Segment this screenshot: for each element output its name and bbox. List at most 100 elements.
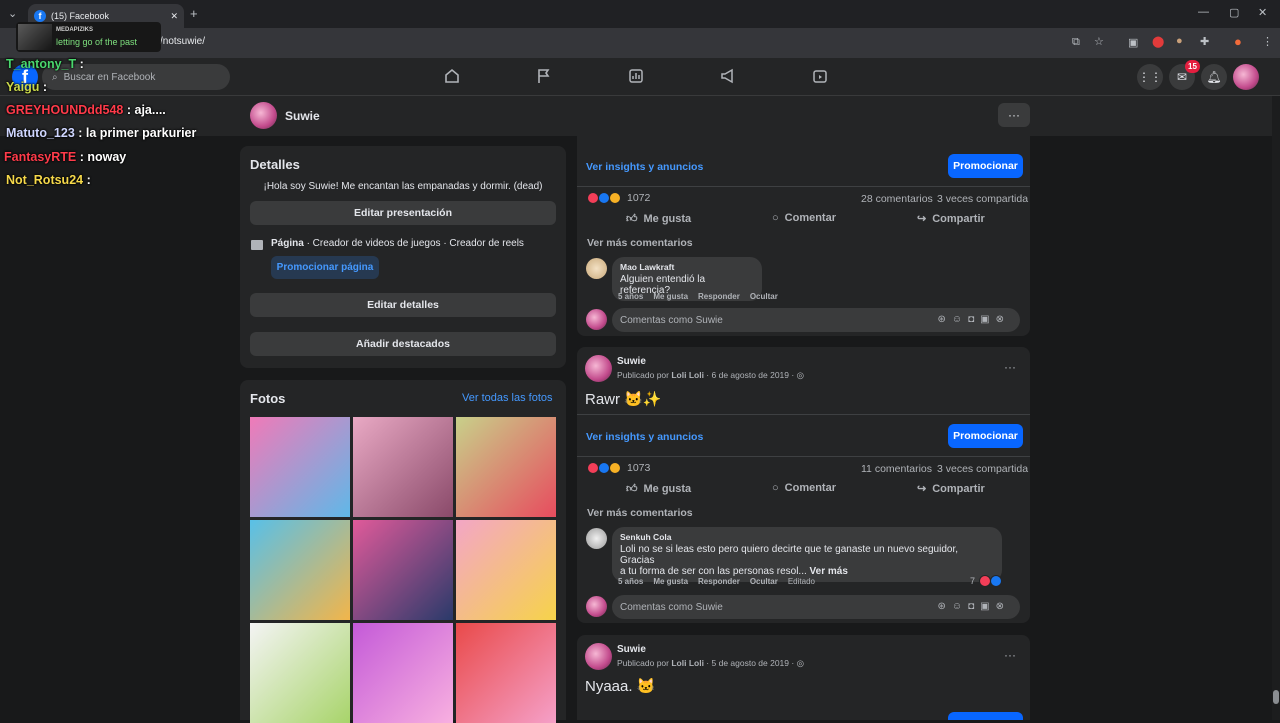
minimize-icon[interactable]: — bbox=[1198, 6, 1209, 18]
more-comments-link[interactable]: Ver más comentarios bbox=[587, 237, 693, 249]
see-more-link[interactable]: Ver más bbox=[810, 566, 848, 577]
share-button[interactable]: ↪ Compartir bbox=[917, 212, 985, 226]
promote-page-button[interactable]: Promocionar página bbox=[271, 256, 379, 279]
extensions-puzzle-icon[interactable]: ✚ bbox=[1200, 35, 1209, 48]
reactions-summary[interactable]: 1073 bbox=[587, 462, 650, 474]
share-count[interactable]: 3 veces compartida bbox=[937, 193, 1028, 205]
post-author[interactable]: Suwie bbox=[617, 356, 646, 367]
post-options-icon[interactable]: ··· bbox=[1004, 648, 1016, 662]
scrollbar-thumb[interactable] bbox=[1273, 690, 1279, 704]
comment-reply-link[interactable]: Responder bbox=[698, 292, 740, 301]
ads-megaphone-icon[interactable] bbox=[718, 66, 738, 86]
insights-icon[interactable] bbox=[626, 66, 646, 86]
commenter-avatar[interactable] bbox=[586, 258, 607, 279]
comment-reply-link[interactable]: Responder bbox=[698, 577, 740, 586]
chrome-menu-icon[interactable]: ⋮ bbox=[1262, 35, 1273, 48]
reactions-summary[interactable]: 1072 bbox=[587, 192, 650, 204]
pages-flag-icon[interactable] bbox=[534, 66, 554, 86]
extension-icon[interactable]: ▣ bbox=[1128, 36, 1138, 49]
photo-thumbnail[interactable] bbox=[250, 417, 350, 517]
post-byline: Publicado por Loli Loli · 5 de agosto de… bbox=[617, 658, 804, 668]
promote-button[interactable]: Promocionar bbox=[948, 154, 1023, 178]
comment-time[interactable]: 5 años bbox=[618, 292, 643, 301]
tab-search-icon[interactable]: ⌄ bbox=[8, 7, 17, 20]
install-app-icon[interactable]: ⧉ bbox=[1072, 36, 1080, 49]
scrollbar-track[interactable] bbox=[1272, 96, 1280, 720]
photo-thumbnail[interactable] bbox=[456, 520, 556, 620]
comment-like-link[interactable]: Me gusta bbox=[653, 577, 688, 586]
comment-tools-icons[interactable]: ⊛☺◘▣⊗ bbox=[938, 314, 1010, 325]
haha-reaction-icon bbox=[609, 462, 621, 474]
like-label: Me gusta bbox=[643, 212, 692, 225]
video-icon[interactable] bbox=[810, 66, 830, 86]
post-date[interactable]: 5 de agosto de 2019 bbox=[712, 658, 790, 668]
comment-tools-icons[interactable]: ⊛☺◘▣⊗ bbox=[938, 601, 1010, 612]
comment-input[interactable]: Comentas como Suwie ⊛☺◘▣⊗ bbox=[612, 595, 1020, 619]
like-button[interactable]: 👍︎ Me gusta bbox=[626, 482, 691, 496]
chat-username: Not_Rotsu24 bbox=[6, 173, 84, 187]
url-text[interactable]: /notsuwie/ bbox=[160, 36, 205, 47]
account-avatar[interactable] bbox=[1233, 64, 1259, 90]
comment-time[interactable]: 5 años bbox=[618, 577, 643, 586]
post-date[interactable]: 6 de agosto de 2019 bbox=[712, 370, 790, 380]
comment-reactions[interactable]: 7 bbox=[970, 575, 1003, 587]
photo-thumbnail[interactable] bbox=[353, 520, 453, 620]
insights-link[interactable]: Ver insights y anuncios bbox=[586, 161, 703, 173]
publisher-name[interactable]: Loli Loli bbox=[671, 658, 704, 668]
edit-intro-button[interactable]: Editar presentación bbox=[250, 201, 556, 225]
close-window-icon[interactable]: ✕ bbox=[1258, 6, 1267, 19]
comment-author[interactable]: Senkuh Cola bbox=[620, 532, 994, 542]
post-author-avatar[interactable] bbox=[585, 355, 612, 382]
maximize-icon[interactable]: ▢ bbox=[1229, 6, 1239, 19]
promote-button-partial[interactable] bbox=[948, 712, 1023, 720]
extension-red-icon[interactable]: ⬤ bbox=[1152, 35, 1164, 48]
publisher-name[interactable]: Loli Loli bbox=[671, 370, 704, 380]
post-author[interactable]: Suwie bbox=[617, 644, 646, 655]
page-more-button[interactable]: ··· bbox=[998, 103, 1030, 127]
post-author-avatar[interactable] bbox=[585, 643, 612, 670]
add-featured-button[interactable]: Añadir destacados bbox=[250, 332, 556, 356]
extension-cookie-icon[interactable]: ● bbox=[1176, 35, 1183, 47]
notifications-bell-icon[interactable]: 🔔︎ bbox=[1201, 64, 1227, 90]
comment-reaction-count: 7 bbox=[970, 576, 976, 586]
page-avatar[interactable] bbox=[250, 102, 277, 129]
comment-hide-link[interactable]: Ocultar bbox=[750, 292, 778, 301]
insights-link[interactable]: Ver insights y anuncios bbox=[586, 431, 703, 443]
comment-author[interactable]: Mao Lawkraft bbox=[620, 262, 754, 272]
more-comments-link[interactable]: Ver más comentarios bbox=[587, 507, 693, 519]
promote-button[interactable]: Promocionar bbox=[948, 424, 1023, 448]
like-button[interactable]: 👍︎ Me gusta bbox=[626, 212, 692, 226]
share-button[interactable]: ↪ Compartir bbox=[917, 482, 985, 496]
my-avatar[interactable] bbox=[586, 309, 607, 330]
new-tab-icon[interactable]: + bbox=[190, 6, 198, 21]
menu-grid-icon[interactable]: ⋮⋮ bbox=[1137, 64, 1163, 90]
comment-button[interactable]: ○ Comentar bbox=[772, 212, 836, 224]
chat-username: FantasyRTE bbox=[4, 150, 77, 164]
page-name[interactable]: Suwie bbox=[285, 109, 320, 123]
comment-count[interactable]: 11 comentarios bbox=[861, 463, 932, 475]
photo-thumbnail[interactable] bbox=[456, 623, 556, 723]
photo-thumbnail[interactable] bbox=[456, 417, 556, 517]
home-icon[interactable] bbox=[442, 66, 462, 86]
details-title: Detalles bbox=[250, 157, 300, 172]
my-avatar[interactable] bbox=[586, 596, 607, 617]
share-count[interactable]: 3 veces compartida bbox=[937, 463, 1028, 475]
comment-button[interactable]: ○ Comentar bbox=[772, 482, 836, 494]
commenter-avatar[interactable] bbox=[586, 528, 607, 549]
comment-input[interactable]: Comentas como Suwie ⊛☺◘▣⊗ bbox=[612, 308, 1020, 332]
close-tab-icon[interactable]: ✕ bbox=[170, 11, 178, 22]
comment-like-link[interactable]: Me gusta bbox=[653, 292, 688, 301]
photo-thumbnail[interactable] bbox=[250, 520, 350, 620]
song-title: letting go of the past bbox=[56, 37, 138, 47]
edit-details-button[interactable]: Editar detalles bbox=[250, 293, 556, 317]
bookmark-star-icon[interactable]: ☆ bbox=[1094, 35, 1104, 48]
comment-hide-link[interactable]: Ocultar bbox=[750, 577, 778, 586]
photo-thumbnail[interactable] bbox=[250, 623, 350, 723]
post-options-icon[interactable]: ··· bbox=[1004, 360, 1016, 374]
photo-thumbnail[interactable] bbox=[353, 623, 453, 723]
comment-count[interactable]: 28 comentarios bbox=[861, 193, 933, 205]
profile-icon[interactable]: ● bbox=[1234, 34, 1242, 49]
photo-thumbnail[interactable] bbox=[353, 417, 453, 517]
see-all-photos-link[interactable]: Ver todas las fotos bbox=[462, 392, 553, 404]
chat-username: Matuto_123 bbox=[6, 126, 75, 140]
